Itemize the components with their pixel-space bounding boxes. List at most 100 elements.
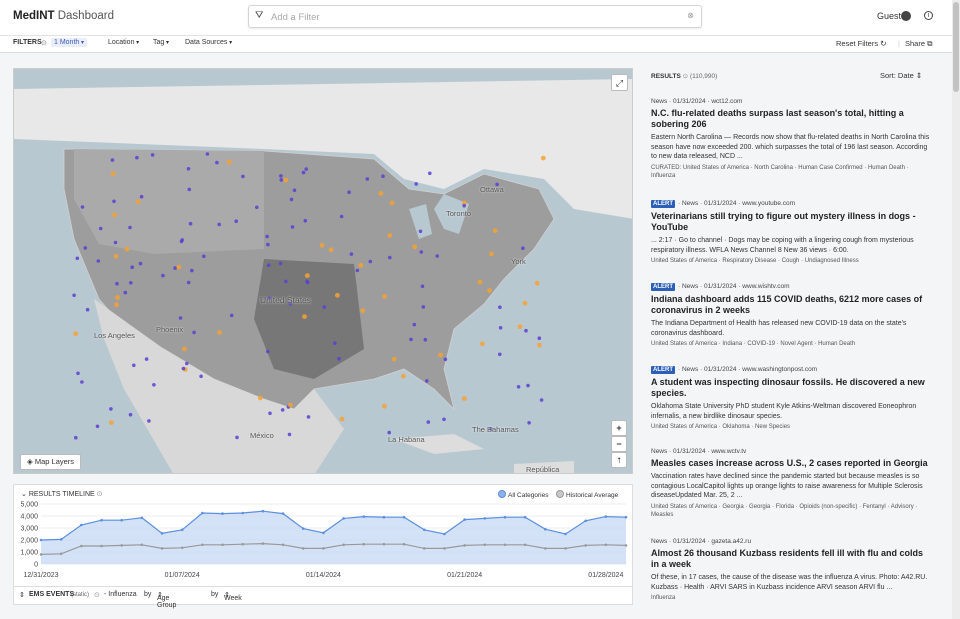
data-point[interactable] [342, 517, 345, 520]
event-dot[interactable] [182, 346, 187, 352]
result-item[interactable]: News · 01/31/2024 · wct12.com N.C. flu-r… [651, 98, 931, 180]
event-dot[interactable] [537, 342, 542, 348]
data-point[interactable] [301, 527, 305, 530]
data-point[interactable] [241, 542, 245, 546]
event-dot[interactable] [412, 244, 418, 250]
data-point[interactable] [523, 515, 527, 519]
event-dot[interactable] [72, 293, 76, 298]
event-dot[interactable] [290, 225, 295, 229]
event-dot[interactable] [217, 330, 223, 335]
data-point[interactable] [120, 518, 123, 522]
event-dot[interactable] [80, 380, 84, 384]
event-dot[interactable] [287, 432, 292, 437]
event-dot[interactable] [292, 188, 297, 193]
page-scrollbar[interactable] [952, 0, 960, 619]
event-dot[interactable] [139, 194, 144, 199]
data-point[interactable] [342, 543, 345, 547]
event-dot[interactable] [537, 336, 542, 341]
filter-search-box[interactable]: ⛛ Add a Filter ⊗ [248, 5, 702, 28]
event-dot[interactable] [266, 349, 270, 354]
event-dot[interactable] [289, 197, 294, 202]
result-item[interactable]: ALERT · News · 01/31/2024 · www.youtube.c… [651, 200, 931, 265]
event-dot[interactable] [347, 190, 351, 194]
tag-dropdown[interactable]: Tag [153, 39, 169, 46]
event-dot[interactable] [305, 280, 310, 285]
event-dot[interactable] [498, 326, 503, 330]
event-dot[interactable] [115, 281, 119, 286]
data-point[interactable] [503, 543, 507, 547]
event-dot[interactable] [388, 255, 392, 260]
event-dot[interactable] [161, 273, 165, 278]
data-point[interactable] [422, 528, 426, 532]
map-layers-button[interactable]: ◈ Map Layers [20, 454, 82, 470]
event-dot[interactable] [257, 395, 263, 401]
event-dot[interactable] [328, 247, 334, 253]
event-dot[interactable] [335, 292, 340, 298]
result-item[interactable]: News · 01/31/2024 · www.wctv.tv Measles … [651, 448, 931, 519]
event-dot[interactable] [73, 331, 79, 337]
result-title[interactable]: N.C. flu-related deaths surpass last sea… [651, 108, 931, 130]
event-dot[interactable] [74, 435, 78, 440]
results-help-icon[interactable]: ⊙ [683, 73, 688, 80]
data-point[interactable] [483, 543, 487, 547]
data-point[interactable] [382, 515, 386, 519]
data-point[interactable] [39, 553, 43, 556]
event-dot[interactable] [303, 218, 308, 223]
event-dot[interactable] [378, 191, 384, 196]
data-point[interactable] [584, 544, 587, 547]
event-dot[interactable] [360, 308, 366, 314]
event-dot[interactable] [112, 199, 116, 204]
event-dot[interactable] [498, 305, 502, 309]
data-point[interactable] [281, 543, 285, 547]
event-dot[interactable] [489, 251, 494, 257]
event-dot[interactable] [80, 205, 85, 209]
event-dot[interactable] [498, 352, 502, 357]
event-dot[interactable] [339, 416, 345, 422]
event-dot[interactable] [144, 357, 149, 361]
event-dot[interactable] [477, 279, 483, 285]
event-dot[interactable] [76, 371, 80, 376]
data-point[interactable] [523, 543, 527, 547]
event-dot[interactable] [365, 177, 370, 181]
event-dot[interactable] [123, 290, 128, 295]
event-dot[interactable] [128, 225, 132, 230]
event-dot[interactable] [150, 153, 155, 157]
event-dot[interactable] [421, 305, 426, 309]
event-dot[interactable] [98, 226, 103, 231]
result-title[interactable]: Almost 26 thousand Kuzbass residents fel… [651, 548, 931, 570]
event-dot[interactable] [516, 385, 521, 389]
data-point[interactable] [443, 547, 446, 550]
data-point[interactable] [201, 511, 204, 515]
event-dot[interactable] [217, 222, 221, 227]
data-point[interactable] [180, 528, 184, 532]
event-dot[interactable] [414, 182, 419, 186]
sort-icon[interactable]: ⇕ [19, 591, 25, 599]
event-dot[interactable] [423, 337, 428, 342]
result-title[interactable]: A student was inspecting dinosaur fossil… [651, 377, 931, 399]
event-dot[interactable] [130, 265, 134, 269]
event-dot[interactable] [301, 170, 306, 175]
event-dot[interactable] [319, 242, 325, 248]
data-point[interactable] [604, 543, 608, 547]
event-dot[interactable] [521, 246, 525, 250]
event-dot[interactable] [176, 264, 182, 270]
result-item[interactable]: ALERT · News · 01/31/2024 · www.washingto… [651, 366, 931, 431]
event-dot[interactable] [387, 430, 392, 435]
data-sources-dropdown[interactable]: Data Sources [185, 39, 232, 46]
event-dot[interactable] [109, 420, 114, 425]
data-point[interactable] [80, 523, 83, 527]
event-dot[interactable] [487, 288, 492, 293]
event-dot[interactable] [178, 316, 183, 320]
event-dot[interactable] [349, 252, 354, 256]
event-dot[interactable] [192, 330, 196, 335]
info-icon[interactable]: i [924, 11, 933, 20]
compass-button[interactable]: ⭡ [611, 452, 627, 468]
event-dot[interactable] [110, 171, 116, 177]
event-dot[interactable] [526, 383, 530, 388]
event-dot[interactable] [419, 250, 424, 254]
event-dot[interactable] [124, 246, 130, 252]
data-point[interactable] [100, 544, 103, 548]
event-dot[interactable] [85, 307, 90, 312]
event-dot[interactable] [425, 379, 429, 383]
event-dot[interactable] [215, 160, 219, 165]
